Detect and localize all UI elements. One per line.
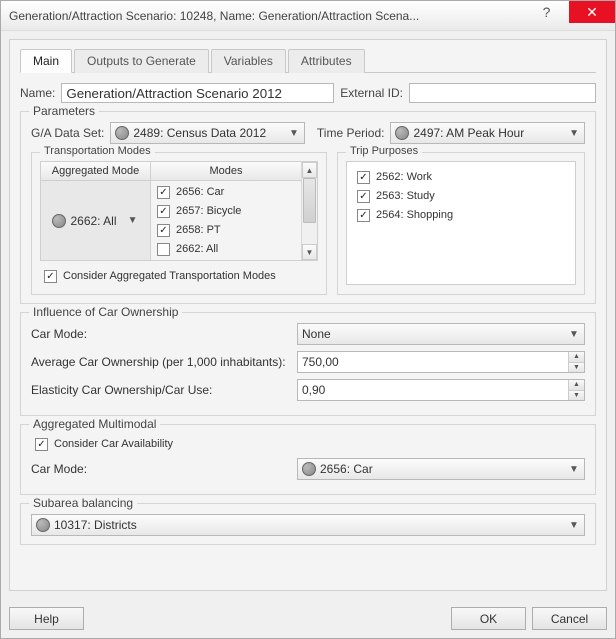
influence-group: Influence of Car Ownership Car Mode: Non… — [20, 312, 596, 416]
help-button[interactable]: Help — [9, 607, 84, 630]
aggregated-mode-cell[interactable]: 2662: All ▼ — [41, 181, 151, 260]
ok-button[interactable]: OK — [451, 607, 526, 630]
aggregated-multimodal-legend: Aggregated Multimodal — [29, 417, 160, 431]
scroll-up-icon[interactable]: ▲ — [302, 162, 317, 178]
trip-purpose-item[interactable]: 2562: Work — [353, 168, 569, 187]
window-title: Generation/Attraction Scenario: 10248, N… — [9, 9, 524, 23]
consider-availability-label: Consider Car Availability — [54, 437, 173, 452]
main-panel: Main Outputs to Generate Variables Attri… — [9, 39, 607, 591]
clock-icon — [395, 126, 409, 140]
avg-ownership-input[interactable] — [298, 352, 568, 372]
region-icon — [36, 518, 50, 532]
name-row: Name: External ID: — [20, 83, 596, 103]
trip-purposes-group: Trip Purposes 2562: Work 2563: Study 256… — [337, 152, 585, 295]
avg-ownership-stepper[interactable]: ▲▼ — [297, 351, 585, 373]
external-id-label: External ID: — [340, 86, 403, 100]
name-input[interactable] — [61, 83, 334, 103]
modes-table: Aggregated Mode 2662: All ▼ Modes — [40, 161, 318, 261]
tab-main[interactable]: Main — [20, 49, 72, 73]
chevron-down-icon: ▼ — [127, 215, 139, 226]
subarea-group: Subarea balancing 10317: Districts ▼ — [20, 503, 596, 545]
consider-aggregated-checkbox[interactable]: Consider Aggregated Transportation Modes — [40, 267, 318, 286]
subarea-value: 10317: Districts — [54, 518, 564, 532]
aggregated-multimodal-group: Aggregated Multimodal Consider Car Avail… — [20, 424, 596, 495]
agg-car-mode-dropdown[interactable]: 2656: Car ▼ — [297, 458, 585, 480]
checkbox-icon[interactable] — [357, 190, 370, 203]
step-up-icon[interactable]: ▲ — [568, 380, 584, 391]
tab-attributes[interactable]: Attributes — [288, 49, 365, 73]
name-label: Name: — [20, 86, 55, 100]
subarea-legend: Subarea balancing — [29, 496, 137, 510]
help-icon[interactable]: ? — [524, 1, 569, 23]
close-icon[interactable]: ✕ — [569, 1, 615, 23]
agg-car-mode-label: Car Mode: — [31, 462, 291, 476]
car-mode-dropdown[interactable]: None ▼ — [297, 323, 585, 345]
dialog-content: Main Outputs to Generate Variables Attri… — [1, 31, 615, 599]
mode-item[interactable]: 2662: All — [153, 240, 299, 259]
chevron-down-icon: ▼ — [568, 520, 580, 531]
ga-dataset-value: 2489: Census Data 2012 — [133, 126, 284, 140]
mode-item[interactable]: 2656: Car — [153, 183, 299, 202]
dialog-window: Generation/Attraction Scenario: 10248, N… — [0, 0, 616, 639]
influence-legend: Influence of Car Ownership — [29, 305, 182, 319]
elasticity-stepper[interactable]: ▲▼ — [297, 379, 585, 401]
checkbox-icon[interactable] — [35, 438, 48, 451]
parameters-legend: Parameters — [29, 104, 99, 118]
step-down-icon[interactable]: ▼ — [568, 391, 584, 401]
trip-purpose-item[interactable]: 2563: Study — [353, 187, 569, 206]
chevron-down-icon: ▼ — [568, 329, 580, 340]
time-period-value: 2497: AM Peak Hour — [413, 126, 564, 140]
button-bar: Help OK Cancel — [1, 599, 615, 638]
consider-availability-checkbox[interactable]: Consider Car Availability — [31, 435, 585, 454]
checkbox-icon[interactable] — [157, 205, 170, 218]
elasticity-label: Elasticity Car Ownership/Car Use: — [31, 383, 291, 397]
step-up-icon[interactable]: ▲ — [568, 352, 584, 363]
transportation-modes-legend: Transportation Modes — [40, 145, 155, 157]
external-id-input[interactable] — [409, 83, 596, 103]
parameters-group: Parameters G/A Data Set: 2489: Census Da… — [20, 111, 596, 304]
car-mode-value: None — [302, 327, 564, 341]
checkbox-icon[interactable] — [357, 209, 370, 222]
checkbox-icon[interactable] — [157, 186, 170, 199]
ga-dataset-label: G/A Data Set: — [31, 126, 104, 140]
tab-variables[interactable]: Variables — [211, 49, 286, 73]
step-down-icon[interactable]: ▼ — [568, 363, 584, 373]
tab-bar: Main Outputs to Generate Variables Attri… — [20, 48, 596, 73]
mode-item[interactable]: 2658: PT — [153, 221, 299, 240]
mode-icon — [302, 462, 316, 476]
time-period-dropdown[interactable]: 2497: AM Peak Hour ▼ — [390, 122, 585, 144]
dataset-icon — [115, 126, 129, 140]
mode-icon — [52, 214, 66, 228]
subarea-dropdown[interactable]: 10317: Districts ▼ — [31, 514, 585, 536]
transportation-modes-group: Transportation Modes Aggregated Mode 266… — [31, 152, 327, 295]
consider-aggregated-label: Consider Aggregated Transportation Modes — [63, 269, 276, 284]
trip-purpose-item[interactable]: 2564: Shopping — [353, 206, 569, 225]
checkbox-icon[interactable] — [44, 270, 57, 283]
chevron-down-icon: ▼ — [568, 464, 580, 475]
chevron-down-icon: ▼ — [568, 128, 580, 139]
scroll-down-icon[interactable]: ▼ — [302, 244, 317, 260]
car-mode-label: Car Mode: — [31, 327, 291, 341]
checkbox-icon[interactable] — [157, 224, 170, 237]
cancel-button[interactable]: Cancel — [532, 607, 607, 630]
checkbox-icon[interactable] — [357, 171, 370, 184]
titlebar: Generation/Attraction Scenario: 10248, N… — [1, 1, 615, 31]
checkbox-icon[interactable] — [157, 243, 170, 256]
trip-purposes-list: 2562: Work 2563: Study 2564: Shopping — [346, 161, 576, 285]
scrollbar[interactable]: ▲ ▼ — [301, 162, 317, 260]
agg-car-mode-value: 2656: Car — [320, 462, 564, 476]
aggregated-mode-value: 2662: All — [70, 214, 116, 228]
time-period-label: Time Period: — [317, 126, 385, 140]
chevron-down-icon: ▼ — [288, 128, 300, 139]
aggregated-mode-header: Aggregated Mode — [41, 162, 151, 181]
avg-ownership-label: Average Car Ownership (per 1,000 inhabit… — [31, 355, 291, 369]
tab-outputs[interactable]: Outputs to Generate — [74, 49, 209, 73]
trip-purposes-legend: Trip Purposes — [346, 145, 422, 157]
elasticity-input[interactable] — [298, 380, 568, 400]
ga-dataset-dropdown[interactable]: 2489: Census Data 2012 ▼ — [110, 122, 305, 144]
modes-header: Modes — [151, 162, 301, 181]
mode-item[interactable]: 2657: Bicycle — [153, 202, 299, 221]
scroll-thumb[interactable] — [303, 178, 316, 223]
